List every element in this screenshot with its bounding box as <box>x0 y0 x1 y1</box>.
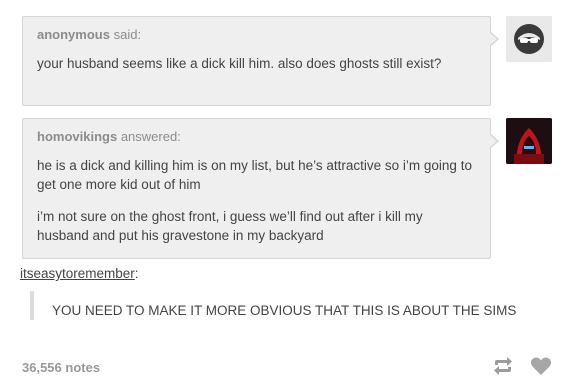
ask-question: your husband seems like a dick kill him.… <box>37 56 442 71</box>
reblog-quote: YOU NEED TO MAKE IT MORE OBVIOUS THAT TH… <box>30 291 540 320</box>
notes-count[interactable]: 36,556 notes <box>22 360 100 375</box>
said-label: said: <box>113 27 142 42</box>
answer-paragraph-1: he is a dick and killing him is on my li… <box>37 158 472 192</box>
answer-bubble: homovikings answered: he is a dick and k… <box>22 118 499 259</box>
asker-name[interactable]: anonymous <box>37 27 110 42</box>
ask-bubble: anonymous said: your husband seems like … <box>22 16 499 106</box>
reblog-icon[interactable] <box>492 357 514 380</box>
reblog-colon: : <box>134 266 139 281</box>
heart-icon[interactable] <box>530 356 552 381</box>
anonymous-avatar-icon[interactable] <box>506 16 552 62</box>
answered-label: answered: <box>120 129 181 144</box>
reblog-source: itseasytoremember: <box>20 266 139 281</box>
hooded-figure-avatar-icon[interactable] <box>506 118 552 164</box>
reblogger-link[interactable]: itseasytoremember <box>20 266 135 281</box>
reblog-comment: YOU NEED TO MAKE IT MORE OBVIOUS THAT TH… <box>52 303 517 318</box>
answer-header: homovikings answered: <box>37 129 181 144</box>
post-actions <box>480 356 552 381</box>
answerer-name[interactable]: homovikings <box>37 129 117 144</box>
answer-paragraph-2: i’m not sure on the ghost front, i guess… <box>37 209 423 243</box>
ask-header: anonymous said: <box>37 27 141 42</box>
